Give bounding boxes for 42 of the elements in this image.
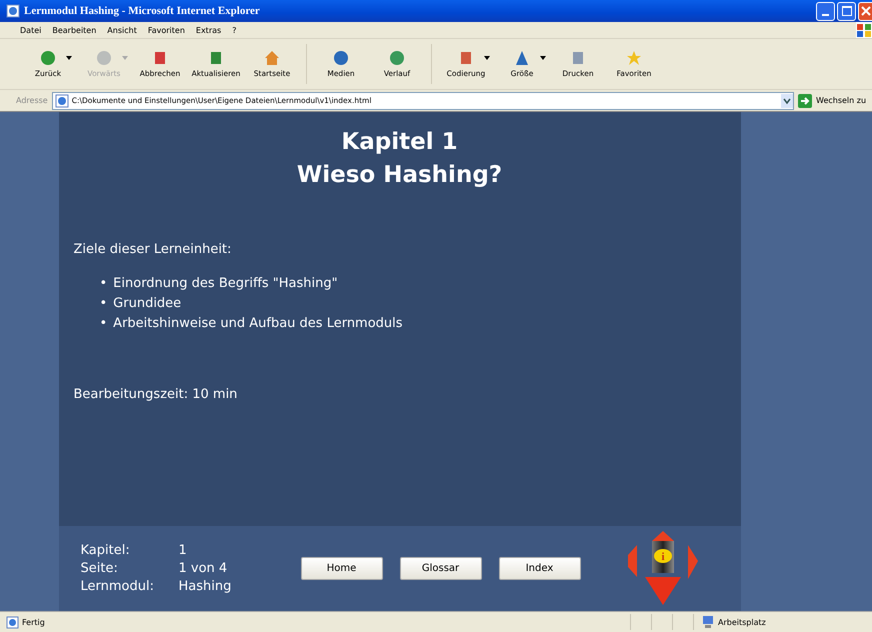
windows-logo-icon (856, 22, 872, 38)
info-value: 1 von 4 (178, 561, 228, 576)
window-title: Lernmodul Hashing - Microsoft Internet Explorer (24, 5, 261, 17)
menu-item[interactable]: Extras (196, 26, 222, 34)
bullet: • (100, 316, 108, 331)
menu-item[interactable]: ? (232, 26, 236, 34)
bullet: • (100, 276, 108, 291)
status-text: Fertig (0, 616, 630, 628)
bullet: • (100, 296, 108, 311)
chapter-heading: Kapitel 1 Wieso Hashing? (296, 128, 504, 190)
menu-item[interactable]: Ansicht (107, 26, 137, 34)
goal-item: Grundidee (113, 296, 182, 311)
go-arrow-icon (798, 94, 812, 108)
info-label: Lernmodul: (80, 579, 155, 594)
info-value: 1 (178, 543, 188, 558)
menu-item[interactable]: Favoriten (148, 26, 185, 34)
info-label: Seite: (80, 561, 119, 576)
restore-button[interactable] (837, 2, 856, 20)
minimize-button[interactable] (816, 2, 835, 20)
browser-icon (6, 4, 20, 18)
nav-button[interactable]: Index (498, 557, 580, 580)
dropdown-arrow-icon[interactable] (66, 56, 72, 60)
nav-button[interactable]: Home (300, 557, 382, 580)
dropdown-arrow-icon[interactable] (540, 56, 546, 60)
go-button[interactable]: Wechseln zu (798, 94, 872, 108)
menu-item[interactable]: Bearbeiten (52, 26, 96, 34)
goals-label: Ziele dieser Lerneinheit: (74, 242, 232, 257)
info-label: Kapitel: (80, 543, 131, 558)
goal-item: Arbeitshinweise und Aufbau des Lernmoduls (113, 316, 403, 331)
navigation-arrows-drawing[interactable]: i (624, 528, 702, 608)
goal-item: Einordnung des Begriffs "Hashing" (113, 276, 338, 291)
zone-indicator: Arbeitsplatz (693, 614, 872, 630)
menu-item[interactable]: Datei (20, 26, 42, 34)
info-value: Hashing (178, 579, 232, 594)
close-button[interactable] (858, 2, 872, 20)
computer-icon (702, 615, 714, 629)
page-icon (54, 94, 69, 108)
nav-button[interactable]: Glossar (400, 557, 482, 580)
dropdown-arrow-icon[interactable] (484, 56, 490, 60)
duration-text: Bearbeitungszeit: 10 min (74, 387, 238, 402)
page-icon (6, 616, 19, 628)
address-label: Adresse (16, 96, 48, 105)
